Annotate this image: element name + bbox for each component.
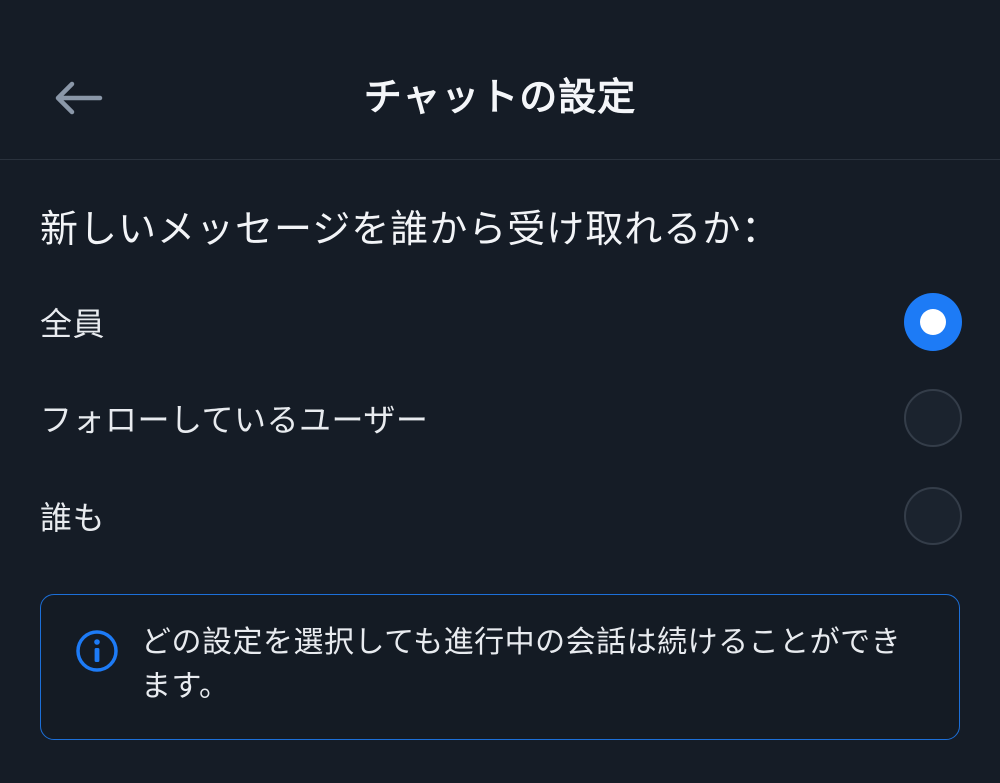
header-bar: チャットの設定 — [0, 0, 1000, 160]
option-everyone[interactable]: 全員 — [0, 274, 1000, 370]
option-label: 全員 — [40, 305, 106, 343]
option-label: フォローしているユーザー — [40, 401, 429, 439]
radio-unselected[interactable] — [904, 487, 962, 545]
info-text: どの設定を選択しても進行中の会話は続けることができます。 — [141, 625, 902, 704]
chat-settings-screen: チャットの設定 新しいメッセージを誰から受け取れるか： 全員 フォローしているユ… — [0, 0, 1000, 783]
radio-selected[interactable] — [904, 293, 962, 351]
option-nobody[interactable]: 誰も — [0, 468, 1000, 564]
back-button[interactable] — [40, 60, 116, 136]
radio-dot — [920, 309, 946, 335]
info-icon — [76, 630, 118, 672]
info-notice: どの設定を選択しても進行中の会話は続けることができます。 — [40, 594, 960, 740]
radio-unselected[interactable] — [904, 389, 962, 447]
option-following[interactable]: フォローしているユーザー — [0, 370, 1000, 466]
section-heading: 新しいメッセージを誰から受け取れるか： — [40, 207, 781, 251]
arrow-left-icon — [55, 81, 103, 115]
page-title: チャットの設定 — [363, 75, 637, 119]
option-label: 誰も — [40, 499, 106, 537]
